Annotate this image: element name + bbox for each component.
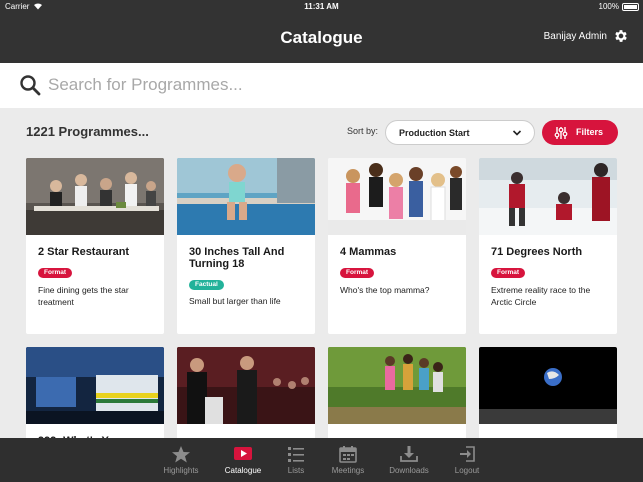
programme-card[interactable]: 30 Inches Tall And Turning 18 Factual Sm… <box>177 158 315 334</box>
calendar-icon <box>339 446 357 463</box>
programme-title: 4 Mammas <box>340 246 397 258</box>
programme-card[interactable]: 71 Degrees North Format Extreme reality … <box>479 158 617 334</box>
list-icon <box>288 447 304 462</box>
programme-thumbnail <box>328 158 466 235</box>
search-bar <box>0 63 643 108</box>
genre-badge: Format <box>340 268 375 278</box>
genre-badge: Factual <box>189 280 224 290</box>
sliders-icon <box>554 127 568 139</box>
search-icon <box>20 75 41 96</box>
tab-label: Catalogue <box>224 466 262 475</box>
genre-badge: Format <box>491 268 526 278</box>
programme-thumbnail <box>26 158 164 235</box>
tab-catalogue[interactable]: Catalogue <box>217 438 269 482</box>
tab-logout[interactable]: Logout <box>441 438 493 482</box>
programme-thumbnail <box>177 347 315 424</box>
programme-description: Fine dining gets the star treatment <box>38 285 129 307</box>
programme-title: 2 Star Restaurant <box>38 246 130 258</box>
programme-description: Who's the top mamma? <box>340 285 430 295</box>
play-icon <box>234 447 252 460</box>
programme-thumbnail <box>479 158 617 235</box>
programme-thumbnail <box>26 347 164 424</box>
sort-label: Sort by: <box>347 126 379 136</box>
user-name[interactable]: Banijay Admin <box>544 31 607 42</box>
programme-card[interactable] <box>328 347 466 447</box>
status-bar: Carrier 11:31 AM 100% <box>0 0 643 13</box>
programme-description: Small but larger than life <box>189 296 281 306</box>
chevron-down-icon <box>512 130 522 136</box>
programme-thumbnail <box>328 347 466 424</box>
tab-lists[interactable]: Lists <box>270 438 322 482</box>
filters-label: Filters <box>576 127 604 137</box>
sort-dropdown[interactable]: Production Start <box>385 120 535 145</box>
programme-title: 30 Inches Tall And Turning 18 <box>189 246 285 270</box>
programme-title: 71 Degrees North <box>491 246 583 258</box>
app-window: Carrier 11:31 AM 100% Catalogue Banijay … <box>0 0 643 482</box>
programme-card[interactable] <box>177 347 315 447</box>
programme-card[interactable]: 4 Mammas Format Who's the top mamma? <box>328 158 466 334</box>
programme-card[interactable]: 2 Star Restaurant Format Fine dining get… <box>26 158 164 334</box>
download-icon <box>400 446 418 462</box>
genre-badge: Format <box>38 268 73 278</box>
logout-icon <box>460 446 475 462</box>
programme-thumbnail <box>479 347 617 424</box>
battery-percent: 100% <box>598 2 619 11</box>
tab-label: Logout <box>454 466 480 475</box>
filters-button[interactable]: Filters <box>542 120 618 145</box>
sort-value: Production Start <box>399 128 470 138</box>
battery-icon <box>622 3 639 11</box>
tab-meetings[interactable]: Meetings <box>322 438 374 482</box>
tab-label: Lists <box>287 466 305 475</box>
search-input[interactable] <box>48 74 608 96</box>
programme-description: Extreme reality race to the Arctic Circl… <box>491 285 591 307</box>
tab-label: Meetings <box>331 466 365 475</box>
clock: 11:31 AM <box>304 2 339 11</box>
programme-count: 1221 Programmes... <box>26 124 149 139</box>
nav-bar: Catalogue Banijay Admin <box>0 13 643 63</box>
tab-downloads[interactable]: Downloads <box>383 438 435 482</box>
tab-label: Highlights <box>163 466 199 475</box>
star-icon <box>172 446 190 463</box>
tab-label: Downloads <box>389 466 429 475</box>
gear-icon[interactable] <box>613 28 629 44</box>
programme-card[interactable] <box>479 347 617 447</box>
programme-thumbnail <box>177 158 315 235</box>
tab-bar: Highlights Catalogue Lists Meetings Down… <box>0 438 643 482</box>
tab-highlights[interactable]: Highlights <box>155 438 207 482</box>
programme-card[interactable]: 999: What's Y... <box>26 347 164 447</box>
